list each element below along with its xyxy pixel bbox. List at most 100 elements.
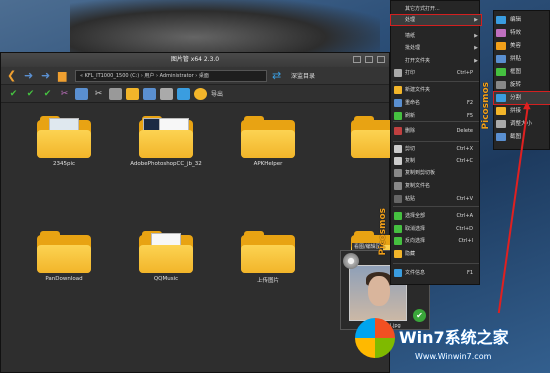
picosmos-window: 图片管 x64 2.3.0 ❮ ➜ ➜ ▆ « KFL_IT1000_1500 … bbox=[0, 52, 391, 373]
forward-arrow-icon[interactable]: ➜ bbox=[24, 70, 36, 81]
menu-item-icon bbox=[394, 237, 402, 245]
submenu-item[interactable]: 分割 bbox=[493, 91, 550, 105]
context-menu-item[interactable]: 新建文件夹 bbox=[391, 85, 481, 95]
image-icon[interactable] bbox=[143, 87, 156, 100]
context-menu-item[interactable]: 复制到剪切板 bbox=[391, 168, 481, 178]
menu-item-shortcut: Ctrl+C bbox=[456, 158, 473, 164]
context-menu-item[interactable]: 打开文件夹 ▶ bbox=[391, 56, 481, 66]
submenu-item[interactable]: 美容 bbox=[494, 40, 550, 52]
submenu-item-icon bbox=[496, 42, 506, 50]
submenu-item-label: 编辑 bbox=[510, 17, 522, 23]
cut-icon[interactable]: ✂ bbox=[92, 88, 105, 100]
next-arrow-icon[interactable]: ➜ bbox=[41, 70, 53, 81]
back-arrow-icon[interactable]: ❮ bbox=[7, 70, 19, 81]
process-submenu: 编辑特效美容拼贴 框图旋转分割拼接 调整大小截图 bbox=[493, 10, 550, 150]
context-menu-item[interactable]: 处理 ▶ bbox=[390, 14, 482, 26]
menu-item-shortcut: F2 bbox=[466, 100, 473, 106]
menu-separator bbox=[393, 206, 479, 207]
context-menu-item[interactable]: 隐藏 bbox=[391, 249, 481, 259]
menu-item-label: 新建文件夹 bbox=[405, 87, 431, 93]
submenu-item[interactable]: 调整大小 bbox=[494, 118, 550, 130]
menu-item-shortcut: Ctrl+I bbox=[458, 238, 473, 244]
menu-item-label: 其它方式打开... bbox=[405, 6, 440, 12]
folder-item[interactable]: 上传图片 bbox=[213, 227, 323, 284]
export-button[interactable]: 导出 bbox=[211, 89, 223, 98]
submenu-item[interactable]: 框图 bbox=[494, 66, 550, 78]
submenu-item[interactable]: 拼贴 bbox=[494, 53, 550, 65]
context-menu-item[interactable]: 删除 Delete bbox=[391, 126, 481, 136]
menu-item-label: 选择全部 bbox=[405, 213, 426, 219]
folder-item[interactable]: AdobePhotoshopCC_jb_32 bbox=[111, 112, 221, 167]
menu-item-label: 复制 bbox=[405, 158, 416, 164]
folder-item-partial[interactable] bbox=[315, 112, 391, 158]
menu-separator bbox=[393, 81, 479, 82]
folder-item[interactable]: QQMusic bbox=[111, 227, 221, 282]
context-menu-item[interactable]: 刷新 F5 bbox=[391, 111, 481, 121]
menu-item-label: 刷新 bbox=[405, 113, 416, 119]
context-menu-item[interactable]: 其它方式打开... bbox=[391, 4, 481, 14]
submenu-item[interactable]: 旋转 bbox=[494, 79, 550, 91]
folder-icon bbox=[241, 227, 295, 273]
sync-icon[interactable]: ⇄ bbox=[272, 69, 286, 82]
context-menu-item[interactable]: 墙纸 ▶ bbox=[391, 31, 481, 41]
copy-icon[interactable] bbox=[75, 87, 88, 100]
submenu-item-label: 特效 bbox=[510, 30, 522, 36]
window-title: 图片管 x64 2.3.0 bbox=[170, 56, 220, 63]
folder-up-icon[interactable]: ▆ bbox=[58, 70, 70, 81]
submenu-item-icon bbox=[496, 29, 506, 37]
slideshow-icon[interactable] bbox=[177, 87, 190, 100]
context-menu-item[interactable]: 复制文件名 bbox=[391, 181, 481, 191]
submenu-item[interactable]: 拼接 bbox=[494, 105, 550, 117]
context-menu-item[interactable]: 选择全部 Ctrl+A bbox=[391, 211, 481, 221]
folder-icon[interactable] bbox=[126, 87, 139, 100]
folder-item[interactable]: APKHelper bbox=[213, 112, 323, 167]
brand-vertical: Picosmos bbox=[481, 82, 491, 130]
folder-label: APKHelper bbox=[253, 161, 283, 167]
context-menu-item[interactable]: 文件信息 F1 bbox=[391, 268, 481, 278]
folder-item[interactable]: 2345pic bbox=[9, 112, 119, 167]
menu-item-shortcut: Delete bbox=[456, 128, 473, 134]
context-menu-item[interactable]: 剪切 Ctrl+X bbox=[391, 144, 481, 154]
monitor-folder-button[interactable]: 深监目录 bbox=[291, 71, 315, 80]
check-invert-icon[interactable]: ✔ bbox=[41, 88, 54, 100]
maximize-button[interactable] bbox=[365, 56, 373, 63]
menu-item-icon bbox=[394, 269, 402, 277]
folder-label: QQMusic bbox=[153, 276, 179, 282]
check-all-icon[interactable]: ✔ bbox=[24, 88, 37, 100]
submenu-item-label: 截图 bbox=[510, 134, 522, 140]
check-icon[interactable]: ✔ bbox=[7, 88, 20, 100]
submenu-arrow-icon: ▶ bbox=[474, 45, 478, 51]
menu-item-label: 复制文件名 bbox=[405, 183, 431, 189]
menu-item-label: 处理 bbox=[405, 17, 416, 23]
menu-item-icon bbox=[394, 195, 402, 203]
submenu-item-label: 分割 bbox=[510, 95, 522, 101]
context-menu-item[interactable]: 复制 Ctrl+C bbox=[391, 156, 481, 166]
toolbar: ✔ ✔ ✔ ✂ ✂ 导出 bbox=[1, 85, 389, 103]
submenu-item[interactable]: 编辑 bbox=[494, 14, 550, 26]
menu-item-label: 反向选择 bbox=[405, 238, 426, 244]
menu-item-icon bbox=[394, 250, 402, 258]
gear-icon bbox=[343, 253, 359, 269]
submenu-item[interactable]: 特效 bbox=[494, 27, 550, 39]
close-button[interactable] bbox=[377, 56, 385, 63]
printer-icon[interactable] bbox=[160, 87, 173, 100]
submenu-item-label: 美容 bbox=[510, 43, 522, 49]
context-menu-item[interactable]: 重命名 F2 bbox=[391, 98, 481, 108]
folder-item[interactable]: PanDownload bbox=[9, 227, 119, 282]
context-menu-item[interactable]: 粘贴 Ctrl+V bbox=[391, 194, 481, 204]
context-menu-item[interactable]: 打印 Ctrl+P bbox=[391, 68, 481, 78]
menu-item-label: 重命名 bbox=[405, 100, 421, 106]
folder-label: 上传图片 bbox=[256, 278, 279, 284]
face bbox=[368, 276, 390, 306]
folder-icon bbox=[351, 112, 391, 158]
context-menu-item[interactable]: 取消选择 Ctrl+D bbox=[391, 224, 481, 234]
tools-icon[interactable]: ✂ bbox=[58, 88, 71, 100]
submenu-item-label: 旋转 bbox=[510, 82, 522, 88]
context-menu-item[interactable]: 批处理 ▶ bbox=[391, 43, 481, 53]
context-menu-item[interactable]: 反向选择 Ctrl+I bbox=[391, 236, 481, 246]
path-field[interactable]: « KFL_IT1000_1500 (C:) › 用户 › Administra… bbox=[75, 69, 267, 82]
minimize-button[interactable] bbox=[353, 56, 361, 63]
trash-icon[interactable] bbox=[109, 87, 122, 100]
export-icon[interactable] bbox=[194, 87, 207, 100]
watermark-url: Www.Winwin7.com bbox=[415, 352, 492, 361]
